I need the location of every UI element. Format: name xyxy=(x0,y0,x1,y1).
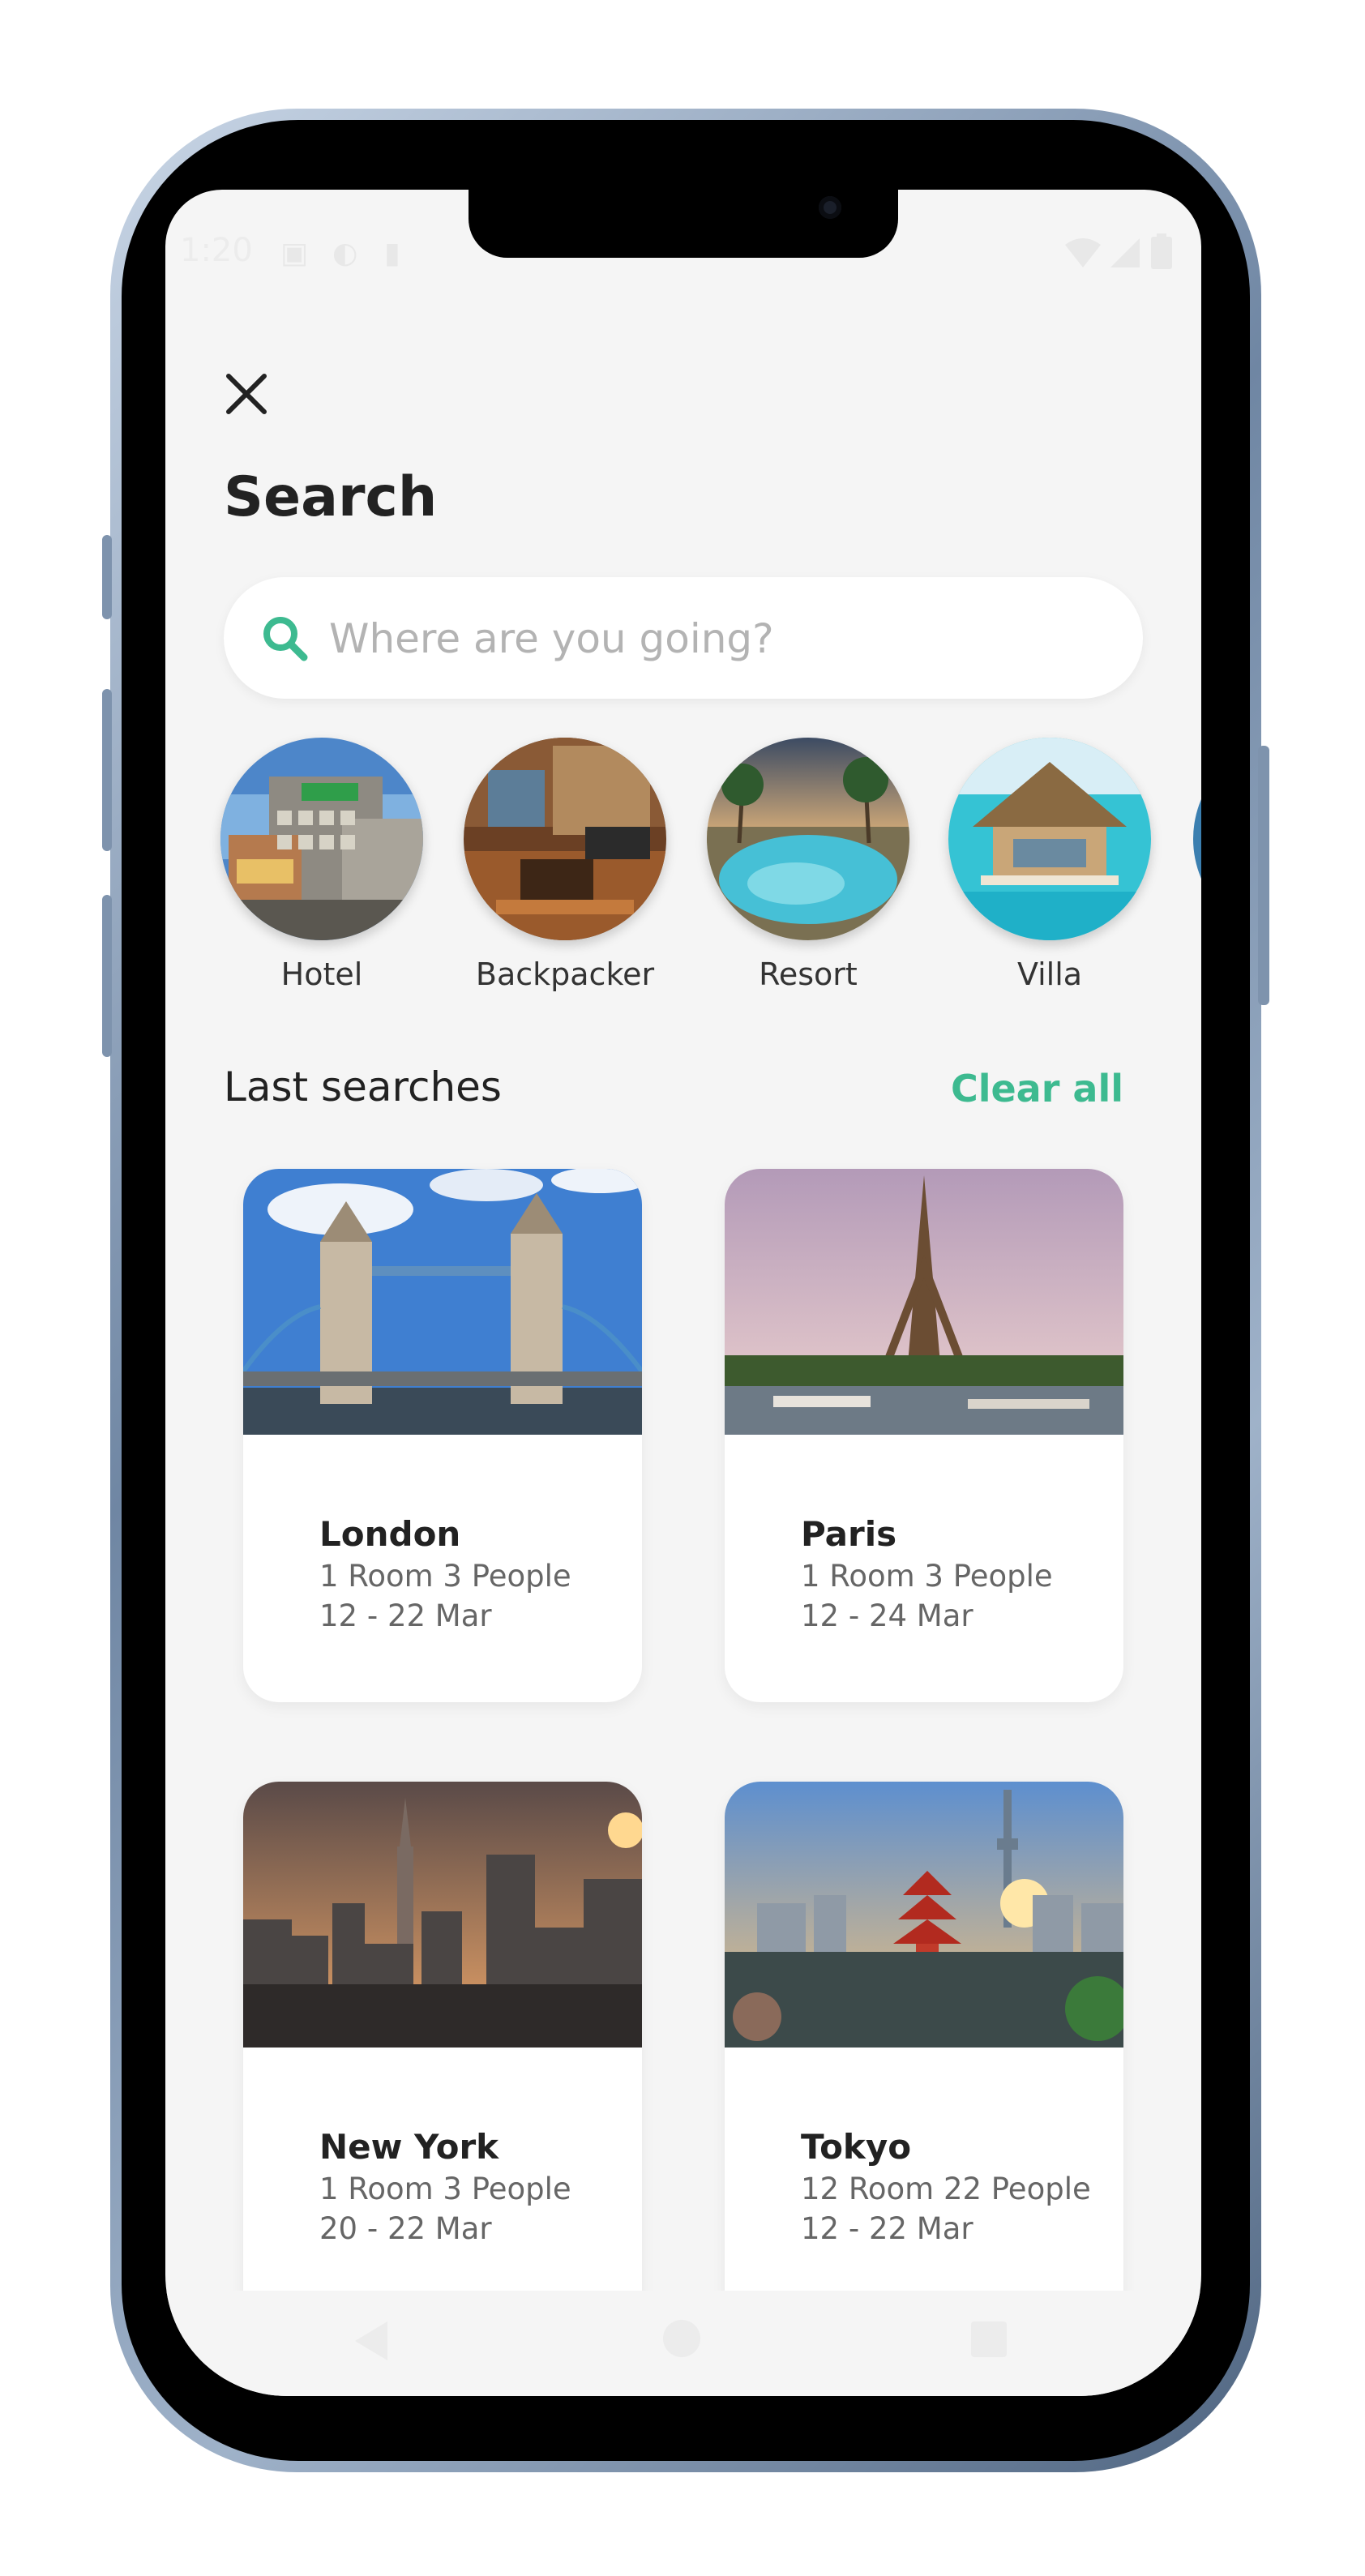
category-label: Resort xyxy=(759,956,858,992)
search-input[interactable] xyxy=(327,601,1109,676)
tokyo-image xyxy=(725,1782,1123,2048)
recent-search-card-london[interactable]: London 1 Room 3 People 12 - 22 Mar xyxy=(243,1169,642,1702)
search-bar[interactable] xyxy=(224,577,1143,699)
card-city: Paris xyxy=(801,1514,897,1554)
resort-image xyxy=(707,738,909,940)
battery-icon xyxy=(1151,233,1172,269)
new-york-image xyxy=(243,1782,642,2048)
london-image xyxy=(243,1169,642,1435)
silent-switch xyxy=(102,535,112,619)
page-title: Search xyxy=(224,465,438,529)
recents-icon[interactable] xyxy=(969,2320,1008,2359)
camera-notch xyxy=(469,190,898,258)
notification-icon: ▣ xyxy=(280,237,309,270)
recent-search-card-tokyo[interactable]: Tokyo 12 Room 22 People 12 - 22 Mar xyxy=(725,1782,1123,2349)
card-dates: 12 - 24 Mar xyxy=(801,1598,973,1633)
search-icon xyxy=(263,617,308,661)
card-dates: 12 - 22 Mar xyxy=(801,2211,973,2246)
category-label: Backpacker xyxy=(475,956,655,992)
wifi-icon xyxy=(1065,238,1101,267)
category-label: Hotel xyxy=(280,956,363,992)
card-city: Tokyo xyxy=(801,2127,912,2167)
category-backpacker[interactable]: Backpacker xyxy=(464,738,666,992)
card-dates: 12 - 22 Mar xyxy=(319,1598,492,1633)
signal-icon xyxy=(1110,238,1140,267)
last-searches-title: Last searches xyxy=(224,1063,502,1110)
clear-all-button[interactable]: Clear all xyxy=(951,1067,1123,1110)
category-next-partial[interactable] xyxy=(1193,738,1201,940)
status-time: 1:20 xyxy=(180,232,253,269)
power-button xyxy=(1258,746,1269,1005)
front-camera xyxy=(819,196,841,219)
villa-image xyxy=(948,738,1151,940)
close-button[interactable] xyxy=(224,371,269,417)
card-city: London xyxy=(319,1514,461,1554)
system-nav-bar xyxy=(165,2291,1201,2396)
card-details: 12 Room 22 People xyxy=(801,2172,1091,2206)
app-screen: 1:20 ▣ ◐ ▮ Search Where are you going? H… xyxy=(165,190,1201,2396)
category-hotel[interactable]: Hotel xyxy=(220,738,423,992)
sd-card-icon: ▮ xyxy=(384,237,400,270)
back-icon[interactable] xyxy=(352,2318,391,2364)
category-resort[interactable]: Resort xyxy=(707,738,909,992)
paris-image xyxy=(725,1169,1123,1435)
recent-search-card-paris[interactable]: Paris 1 Room 3 People 12 - 24 Mar xyxy=(725,1169,1123,1702)
card-details: 1 Room 3 People xyxy=(319,1559,571,1594)
card-dates: 20 - 22 Mar xyxy=(319,2211,492,2246)
recent-search-card-new-york[interactable]: New York 1 Room 3 People 20 - 22 Mar xyxy=(243,1782,642,2349)
backpacker-image xyxy=(464,738,666,940)
home-icon[interactable] xyxy=(661,2318,702,2359)
category-villa[interactable]: Villa xyxy=(948,738,1151,992)
hotel-image xyxy=(220,738,423,940)
card-details: 1 Room 3 People xyxy=(319,2172,571,2206)
volume-down-button xyxy=(102,895,112,1057)
sync-icon: ◐ xyxy=(332,237,358,270)
card-city: New York xyxy=(319,2127,499,2167)
category-label: Villa xyxy=(1016,956,1083,992)
card-details: 1 Room 3 People xyxy=(801,1559,1053,1594)
volume-up-button xyxy=(102,689,112,851)
